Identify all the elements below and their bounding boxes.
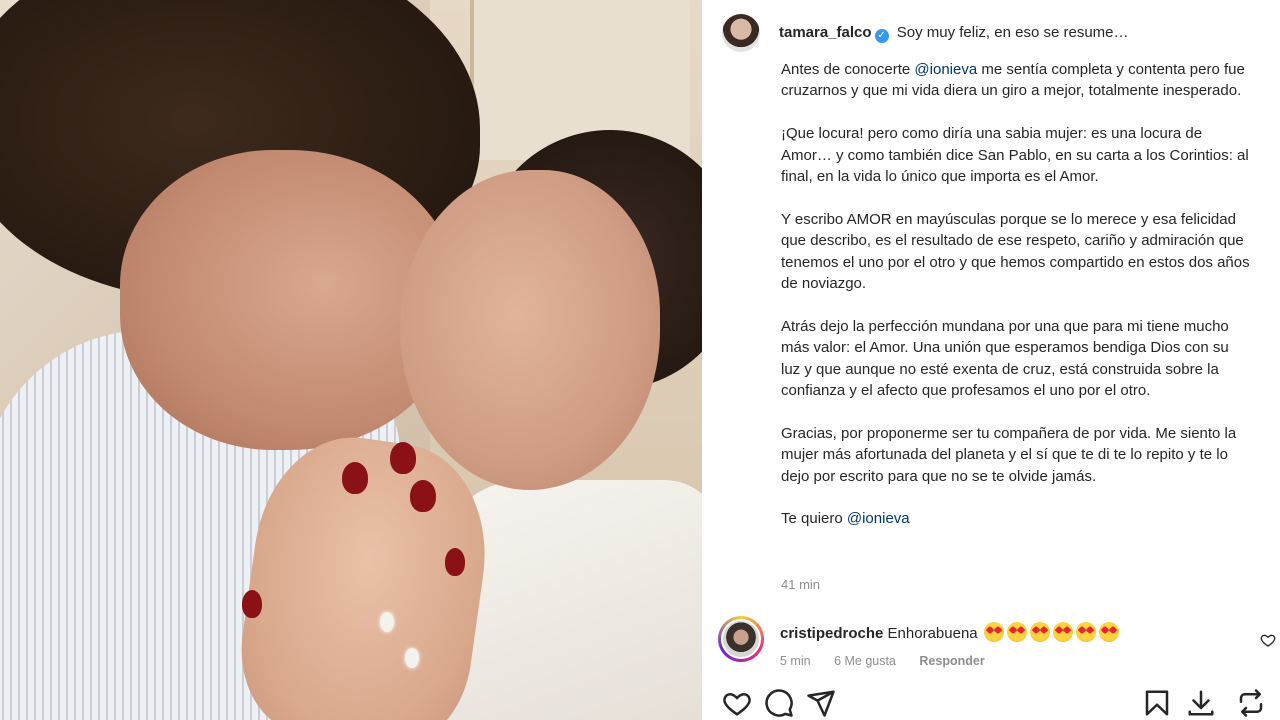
reply-button[interactable]: Responder — [919, 654, 984, 668]
comment-text: Enhorabuena — [887, 625, 978, 642]
photo-nail — [410, 480, 436, 512]
caption-paragraph: ¡Que locura! pero como diría una sabia m… — [781, 125, 1249, 186]
photo-nail — [242, 590, 262, 618]
caption-lead: Soy muy feliz, en eso se resume… — [896, 24, 1129, 41]
star-struck-emoji — [1052, 622, 1073, 642]
post-actions — [722, 688, 1280, 720]
verified-icon: ✓ — [874, 29, 889, 43]
caption-text: Te quiero — [781, 510, 847, 528]
caption-paragraph: Te quiero @ionieva — [781, 508, 1251, 529]
mention-link[interactable]: @ionieva — [914, 61, 977, 78]
comment-meta: 5 min 6 Me gusta Responder — [780, 651, 1122, 671]
post-timestamp[interactable]: 41 min — [781, 577, 820, 592]
star-struck-emoji — [1029, 622, 1050, 642]
caption-paragraph: Y escribo AMOR en mayúsculas porque se l… — [781, 210, 1250, 293]
star-struck-emoji — [1098, 622, 1119, 642]
comment-item: cristipedroche Enhorabuena 5 min 6 Me gu… — [718, 616, 1280, 671]
commenter-avatar[interactable] — [718, 616, 764, 662]
mention-link[interactable]: @ionieva — [847, 510, 910, 527]
star-struck-emoji — [1006, 622, 1027, 642]
comment-time: 5 min — [780, 654, 811, 668]
photo-nail — [445, 548, 465, 576]
photo-ring — [405, 648, 419, 668]
caption-paragraph: Gracias, por proponerme ser tu compañera… — [781, 424, 1237, 485]
photo-ring — [380, 612, 394, 632]
comment-emojis — [983, 622, 1122, 644]
comment-likes[interactable]: 6 Me gusta — [834, 654, 896, 668]
post-header: tamara_falco ✓ Soy muy feliz, en eso se r… — [722, 14, 1129, 52]
post-caption: Antes de conocerte @ionieva me sentía co… — [781, 59, 1251, 551]
repost-icon[interactable] — [1236, 688, 1266, 718]
comment-icon[interactable] — [764, 688, 794, 718]
like-icon[interactable] — [722, 688, 752, 718]
photo-nail — [342, 462, 368, 494]
star-struck-emoji — [983, 622, 1004, 642]
commenter-username[interactable]: cristipedroche — [780, 625, 883, 642]
post-photo[interactable] — [0, 0, 702, 720]
download-icon[interactable] — [1186, 688, 1216, 718]
comment-body: cristipedroche Enhorabuena 5 min 6 Me gu… — [780, 616, 1122, 671]
author-avatar[interactable] — [722, 14, 760, 52]
share-icon[interactable] — [806, 688, 836, 718]
caption-text: Antes de conocerte — [781, 61, 915, 78]
caption-paragraph: Atrás dejo la perfección mundana por una… — [781, 317, 1229, 400]
photo-woman-face — [400, 170, 660, 490]
comment-like-icon[interactable] — [1260, 632, 1276, 648]
author-username[interactable]: tamara_falco — [779, 24, 872, 41]
caption-paragraph: Antes de conocerte @ionieva me sentía co… — [781, 59, 1251, 102]
save-icon[interactable] — [1142, 688, 1172, 718]
photo-nail — [390, 442, 416, 474]
post-panel: tamara_falco ✓ Soy muy feliz, en eso se r… — [702, 0, 1280, 720]
header-text: tamara_falco ✓ Soy muy feliz, en eso se r… — [779, 23, 1129, 43]
star-struck-emoji — [1075, 622, 1096, 642]
